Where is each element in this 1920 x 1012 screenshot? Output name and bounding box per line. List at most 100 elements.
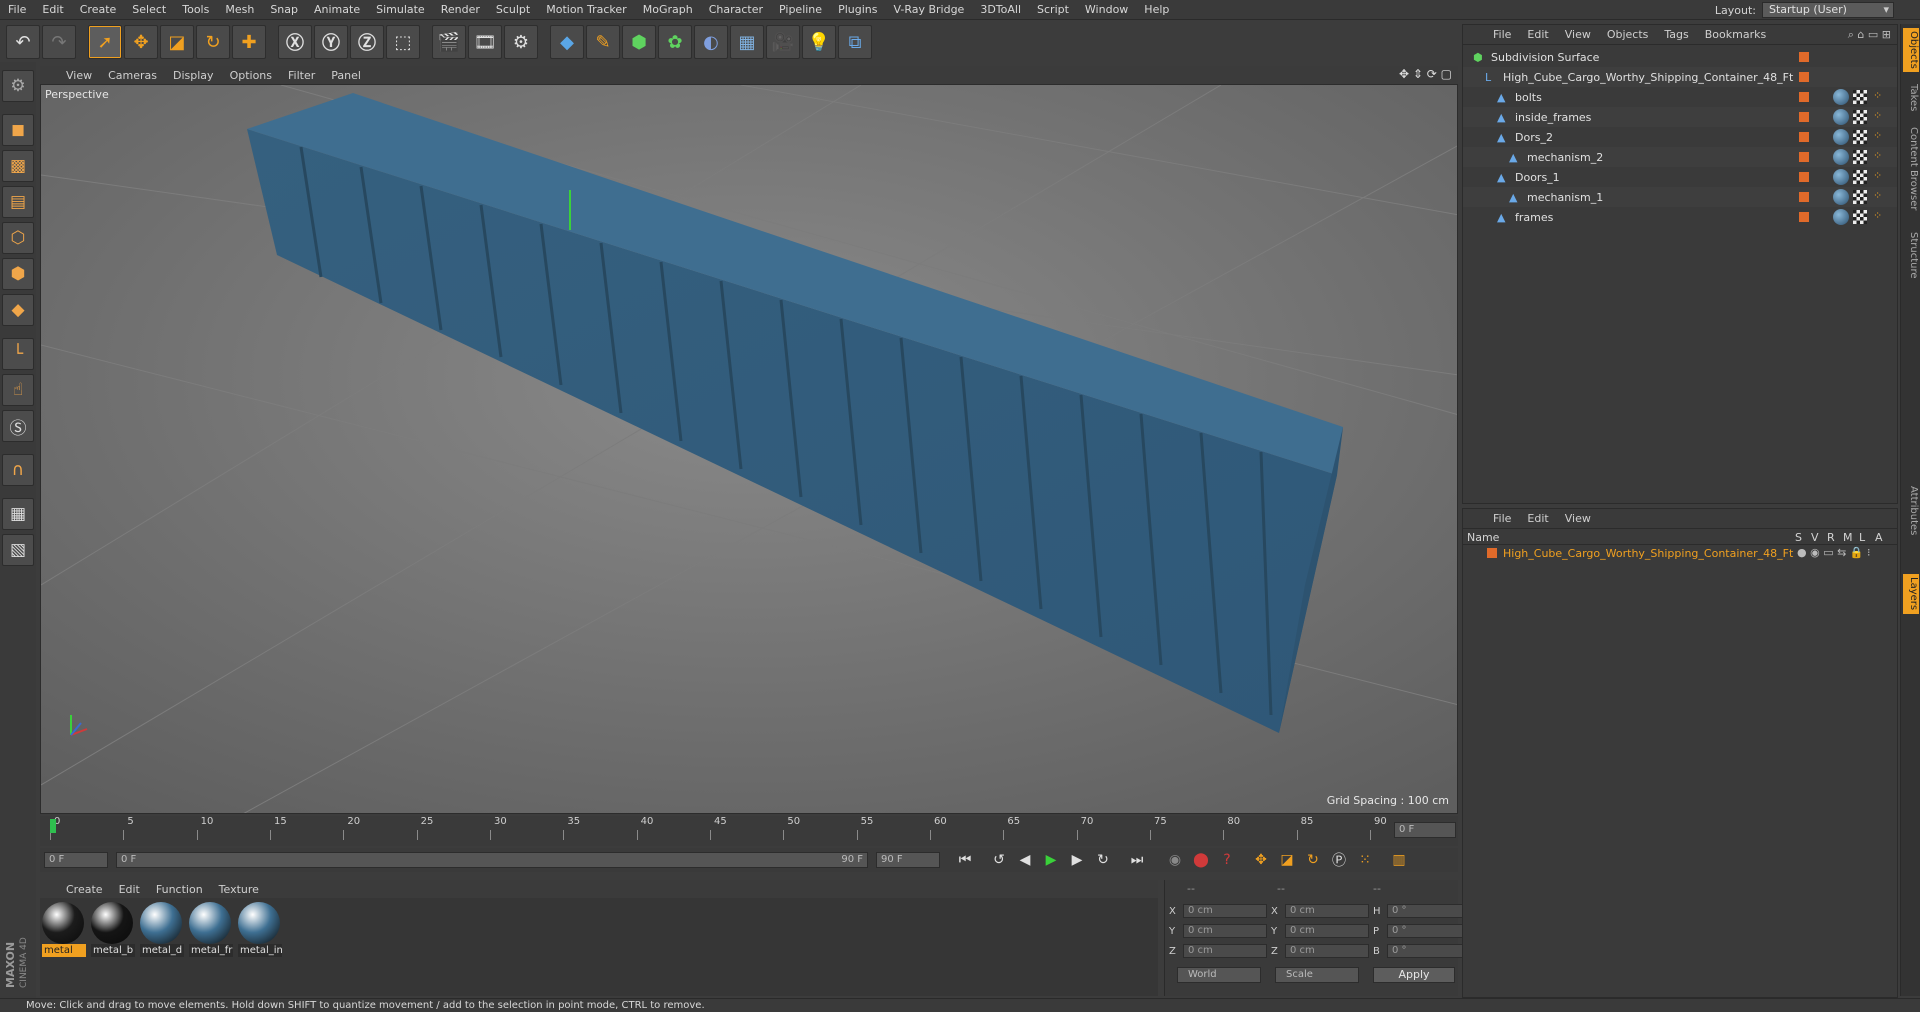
current-frame-field[interactable]: 0 F xyxy=(44,852,108,868)
deformer-icon[interactable]: ◐ xyxy=(694,25,728,59)
cube-primitive-icon[interactable]: ◆ xyxy=(550,25,584,59)
menu-snap[interactable]: Snap xyxy=(262,3,306,16)
create-object-icon[interactable]: ✚ xyxy=(232,25,266,59)
object-row[interactable]: ⬢ Subdivision Surface xyxy=(1463,47,1897,67)
layer-row[interactable]: High_Cube_Cargo_Worthy_Shipping_Containe… xyxy=(1463,545,1897,561)
layer-indicator[interactable] xyxy=(1799,172,1809,182)
viewport-menu-filter[interactable]: Filter xyxy=(280,69,323,82)
object-name[interactable]: bolts xyxy=(1515,91,1542,104)
camera-icon[interactable]: 🎥 xyxy=(766,25,800,59)
render-view-icon[interactable]: 🎬 xyxy=(432,25,466,59)
om-menu-edit[interactable]: Edit xyxy=(1519,28,1556,41)
viewport-nav-icons[interactable]: ✥ ⇕ ⟳ ▢ xyxy=(1399,67,1452,81)
tweak-mode-icon[interactable]: ☝ xyxy=(2,374,34,406)
y-axis-icon[interactable]: Ⓨ xyxy=(314,25,348,59)
material-swatch[interactable]: metal_in xyxy=(238,902,283,957)
om-menu-bookmarks[interactable]: Bookmarks xyxy=(1697,28,1774,41)
frame-range-slider[interactable]: 0 F 90 F xyxy=(116,852,868,868)
object-name[interactable]: inside_frames xyxy=(1515,111,1591,124)
texture-mode-icon[interactable]: ▩ xyxy=(2,150,34,182)
menu-plugins[interactable]: Plugins xyxy=(830,3,885,16)
material-tag-icon[interactable] xyxy=(1833,189,1849,205)
menu-window[interactable]: Window xyxy=(1077,3,1136,16)
menu-simulate[interactable]: Simulate xyxy=(368,3,433,16)
om-menu-file[interactable]: File xyxy=(1485,28,1519,41)
menu-animate[interactable]: Animate xyxy=(306,3,368,16)
timeline-ruler[interactable]: 0 5 10 15 20 25 30 35 40 45 50 55 60 65 70 75 80 85 90 0 F xyxy=(40,816,1458,846)
next-key-icon[interactable]: ↻ xyxy=(1090,849,1116,871)
viewport-menu-cameras[interactable]: Cameras xyxy=(100,69,165,82)
floor-scene-icon[interactable]: ▦ xyxy=(730,25,764,59)
object-row[interactable]: ▲ Doors_1 ⁘ xyxy=(1463,167,1897,187)
object-row[interactable]: L High_Cube_Cargo_Worthy_Shipping_Contain… xyxy=(1463,67,1897,87)
tab-objects[interactable]: Objects xyxy=(1903,28,1919,72)
redo-icon[interactable]: ↷ xyxy=(42,25,76,59)
timeline-playhead[interactable] xyxy=(50,819,56,833)
size-x-field[interactable]: 0 cm xyxy=(1285,904,1369,918)
menu-edit[interactable]: Edit xyxy=(34,3,71,16)
axis-mode-icon[interactable]: └ xyxy=(2,338,34,370)
timeline-window-icon[interactable]: ▥ xyxy=(1386,849,1412,871)
uvw-tag-icon[interactable] xyxy=(1853,210,1867,224)
magnet-icon[interactable]: ∩ xyxy=(2,454,34,486)
z-axis-icon[interactable]: Ⓩ xyxy=(350,25,384,59)
object-name[interactable]: frames xyxy=(1515,211,1553,224)
object-name[interactable]: Doors_1 xyxy=(1515,171,1560,184)
python-icon[interactable]: ⧉ xyxy=(838,25,872,59)
object-name[interactable]: mechanism_1 xyxy=(1527,191,1603,204)
keyframe-selection-icon[interactable]: ? xyxy=(1214,849,1240,871)
selection-tag-icon[interactable]: ⁘ xyxy=(1873,189,1882,202)
layer-indicator[interactable] xyxy=(1799,92,1809,102)
material-swatch[interactable]: metal_fr xyxy=(189,902,233,957)
tab-layers[interactable]: Layers xyxy=(1903,574,1919,614)
layer-indicator[interactable] xyxy=(1799,192,1809,202)
material-tag-icon[interactable] xyxy=(1833,209,1849,225)
tab-takes[interactable]: Takes xyxy=(1903,80,1919,116)
uvw-tag-icon[interactable] xyxy=(1853,90,1867,104)
points-mode-icon[interactable]: ⬡ xyxy=(2,222,34,254)
workplane-lock-icon[interactable]: ▦ xyxy=(2,498,34,530)
layout-dropdown[interactable]: Startup (User) xyxy=(1762,2,1894,18)
render-settings-icon[interactable]: ⚙ xyxy=(504,25,538,59)
record-active-icon[interactable]: ◉ xyxy=(1162,849,1188,871)
layer-indicator[interactable] xyxy=(1799,152,1809,162)
object-row[interactable]: ▲ bolts ⁘ xyxy=(1463,87,1897,107)
end-frame-field[interactable]: 0 F xyxy=(1394,822,1456,838)
perspective-viewport[interactable]: Perspective Grid Spacing : 100 cm xyxy=(40,84,1458,814)
selection-tag-icon[interactable]: ⁘ xyxy=(1873,109,1882,122)
move-tool-icon[interactable]: ✥ xyxy=(124,25,158,59)
go-to-end-icon[interactable]: ⏭ xyxy=(1124,849,1150,871)
menu-motion-tracker[interactable]: Motion Tracker xyxy=(538,3,634,16)
object-row[interactable]: ▲ inside_frames ⁘ xyxy=(1463,107,1897,127)
menu-tools[interactable]: Tools xyxy=(174,3,217,16)
menu-pipeline[interactable]: Pipeline xyxy=(771,3,830,16)
selection-tag-icon[interactable]: ⁘ xyxy=(1873,169,1882,182)
object-row[interactable]: ▲ mechanism_1 ⁘ xyxy=(1463,187,1897,207)
layer-indicator[interactable] xyxy=(1799,52,1809,62)
uvw-tag-icon[interactable] xyxy=(1853,110,1867,124)
autokey-icon[interactable]: ⬤ xyxy=(1188,849,1214,871)
om-menu-view[interactable]: View xyxy=(1557,28,1599,41)
selection-tag-icon[interactable]: ⁘ xyxy=(1873,149,1882,162)
object-name[interactable]: mechanism_2 xyxy=(1527,151,1603,164)
key-pla-icon[interactable]: ⁙ xyxy=(1352,849,1378,871)
position-z-field[interactable]: 0 cm xyxy=(1183,944,1267,958)
uvw-tag-icon[interactable] xyxy=(1853,130,1867,144)
scale-tool-icon[interactable]: ◪ xyxy=(160,25,194,59)
menu-vray-bridge[interactable]: V-Ray Bridge xyxy=(885,3,972,16)
menu-mesh[interactable]: Mesh xyxy=(217,3,262,16)
rotate-tool-icon[interactable]: ↻ xyxy=(196,25,230,59)
previous-key-icon[interactable]: ↺ xyxy=(986,849,1012,871)
apply-button[interactable]: Apply xyxy=(1373,967,1455,983)
material-swatch[interactable]: metal_b xyxy=(91,902,135,957)
om-search-home-icons[interactable]: ⌕ ⌂ ▭ ⊞ xyxy=(1848,28,1897,42)
material-tag-icon[interactable] xyxy=(1833,89,1849,105)
menu-3dtoall[interactable]: 3DToAll xyxy=(972,3,1029,16)
render-picture-viewer-icon[interactable]: 🎞 xyxy=(468,25,502,59)
layer-indicator[interactable] xyxy=(1799,72,1809,82)
workplane-mode-icon[interactable]: ▤ xyxy=(2,186,34,218)
selection-tag-icon[interactable]: ⁘ xyxy=(1873,129,1882,142)
position-x-field[interactable]: 0 cm xyxy=(1183,904,1267,918)
key-scale-icon[interactable]: ◪ xyxy=(1274,849,1300,871)
lm-menu-edit[interactable]: Edit xyxy=(1519,512,1556,525)
